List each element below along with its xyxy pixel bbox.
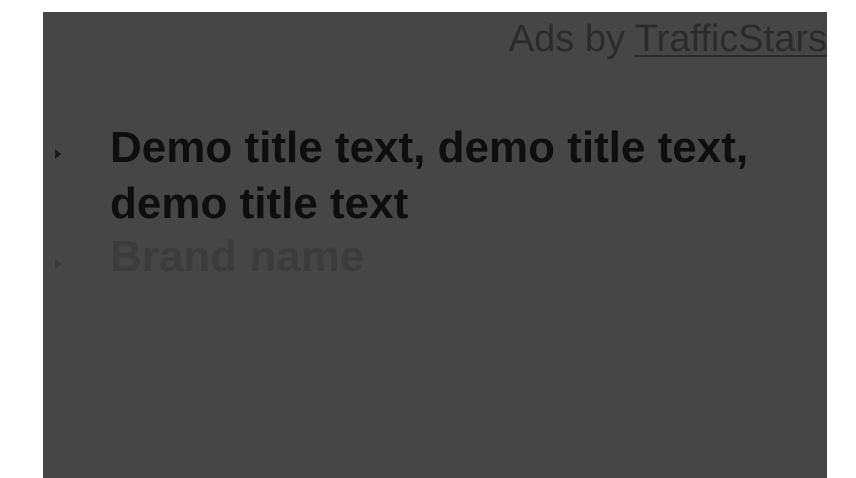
- ad-title[interactable]: Demo title text, demo title text, demo t…: [110, 112, 800, 232]
- ad-list: Demo title text, demo title text, demo t…: [43, 112, 827, 285]
- ad-unit[interactable]: Ads by TrafficStars Demo title text, dem…: [43, 12, 827, 478]
- brand-name: Brand name: [110, 232, 365, 281]
- bullet-icon: [55, 259, 61, 269]
- ad-title-item[interactable]: Demo title text, demo title text, demo t…: [43, 112, 827, 232]
- page: Ads by TrafficStars Demo title text, dem…: [0, 0, 856, 478]
- ad-brand-item: Brand name: [43, 229, 827, 285]
- bullet-icon: [55, 149, 61, 159]
- trafficstars-link[interactable]: TrafficStars: [635, 18, 827, 60]
- ads-by-label: Ads by TrafficStars: [509, 16, 827, 62]
- ads-by-prefix: Ads by: [508, 18, 635, 60]
